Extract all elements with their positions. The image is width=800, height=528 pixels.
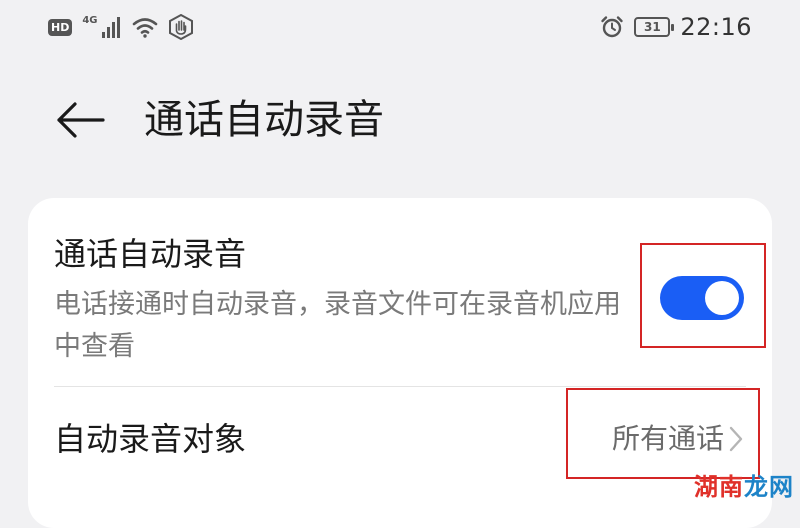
watermark: 湖南 龙网 (694, 467, 794, 502)
alarm-icon (601, 16, 624, 38)
toggle-highlight-box (640, 243, 766, 348)
hand-icon (168, 14, 193, 40)
auto-record-description: 电话接通时自动录音，录音文件可在录音机应用中查看 (54, 289, 621, 362)
battery-level: 31 (643, 20, 661, 34)
auto-record-title: 通话自动录音 (54, 235, 247, 273)
back-arrow-icon (57, 102, 105, 138)
page-header: 通话自动录音 (0, 88, 800, 152)
target-highlight-box (566, 388, 760, 479)
status-bar-right: 31 22:16 (600, 13, 752, 41)
record-target-label: 自动录音对象 (54, 420, 247, 458)
status-bar: HD 4G 31 22:16 (0, 0, 800, 58)
battery-icon: 31 (634, 17, 675, 37)
status-bar-left: HD 4G (48, 14, 194, 40)
watermark-part1: 湖南 (694, 473, 744, 501)
watermark-part2: 龙网 (744, 473, 794, 501)
hd-badge: HD (48, 18, 73, 36)
page-title: 通话自动录音 (144, 97, 384, 143)
status-time: 22:16 (680, 13, 752, 41)
wifi-icon (132, 18, 157, 38)
network-type-label: 4G (82, 14, 98, 26)
back-button[interactable] (52, 94, 108, 146)
signal-icon (101, 17, 120, 38)
